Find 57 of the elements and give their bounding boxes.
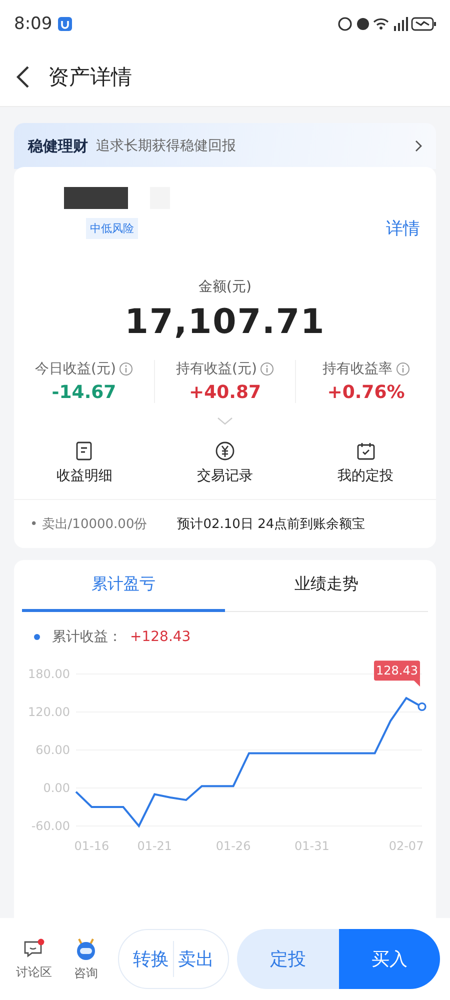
arrival-notice: 预计02.10日 24点前到账余额宝	[177, 516, 366, 533]
metric-label: 今日收益(元)	[35, 360, 116, 378]
chart-tab[interactable]: 累计盈亏	[22, 560, 225, 612]
chart-tab[interactable]: 业绩走势	[225, 560, 428, 612]
legend-label: 累计收益：	[52, 628, 122, 646]
y-axis-label: 60.00	[36, 743, 70, 757]
y-axis-label: 0.00	[43, 781, 70, 795]
convert-button[interactable]: 转换	[129, 947, 173, 971]
info-icon[interactable]	[260, 362, 274, 376]
detail-link[interactable]: 详情	[386, 217, 420, 240]
metric-value: -14.67	[52, 382, 116, 403]
x-axis-label: 01-31	[294, 839, 330, 853]
yen-icon	[215, 441, 235, 461]
consult-button[interactable]: 咨询	[62, 936, 110, 982]
x-axis-label: 01-16	[74, 839, 110, 853]
metric-label: 持有收益(元)	[176, 360, 257, 378]
document-icon	[75, 441, 94, 461]
legend-value: +128.43	[130, 629, 191, 645]
discussion-button[interactable]: 讨论区	[10, 938, 58, 980]
legend-dot-icon	[34, 634, 40, 640]
y-axis-label: 180.00	[28, 667, 70, 681]
risk-tag: 中低风险	[86, 218, 138, 239]
calendar-icon	[356, 441, 376, 461]
info-icon[interactable]	[118, 362, 133, 376]
action-item[interactable]: 交易记录	[154, 441, 296, 485]
metric-label: 持有收益率	[322, 360, 392, 378]
action-item[interactable]: 收益明细	[14, 441, 155, 485]
metric-value: +0.76%	[327, 382, 405, 403]
chat-icon	[23, 938, 45, 960]
app-notification-icon	[58, 17, 72, 31]
banner-subtitle: 追求长期获得稳健回报	[96, 137, 236, 155]
x-axis-label: 01-26	[216, 839, 251, 853]
page-title: 资产详情	[48, 64, 132, 91]
y-axis-label: 120.00	[28, 705, 70, 719]
banner[interactable]: 稳健理财 追求长期获得稳健回报	[14, 123, 436, 169]
auto-invest-button[interactable]: 定投	[237, 929, 338, 989]
buy-button[interactable]: 买入	[338, 929, 440, 989]
banner-title: 稳健理财	[28, 136, 88, 156]
x-axis-label: 01-21	[137, 839, 172, 853]
chevron-down-icon[interactable]	[217, 417, 233, 425]
end-point-marker	[418, 702, 426, 711]
y-axis-label: -60.00	[31, 819, 70, 833]
chevron-right-icon	[415, 140, 422, 152]
status-time: 8:09	[14, 14, 52, 34]
action-item[interactable]: 我的定投	[295, 441, 436, 485]
mascot-icon	[74, 936, 98, 960]
redacted-name	[64, 187, 128, 209]
annotation: 128.43	[376, 664, 418, 678]
amount-value: 17,107.71	[124, 302, 326, 342]
x-axis-label: 02-07	[388, 839, 424, 853]
back-icon[interactable]	[16, 65, 30, 89]
value-callout: 128.43	[374, 660, 420, 687]
sell-button[interactable]: 卖出	[174, 947, 218, 971]
metric-value: +40.87	[188, 382, 262, 403]
sell-status: • 卖出/10000.00份	[30, 516, 148, 533]
amount-label: 金额(元)	[198, 278, 252, 296]
info-icon[interactable]	[396, 362, 410, 376]
